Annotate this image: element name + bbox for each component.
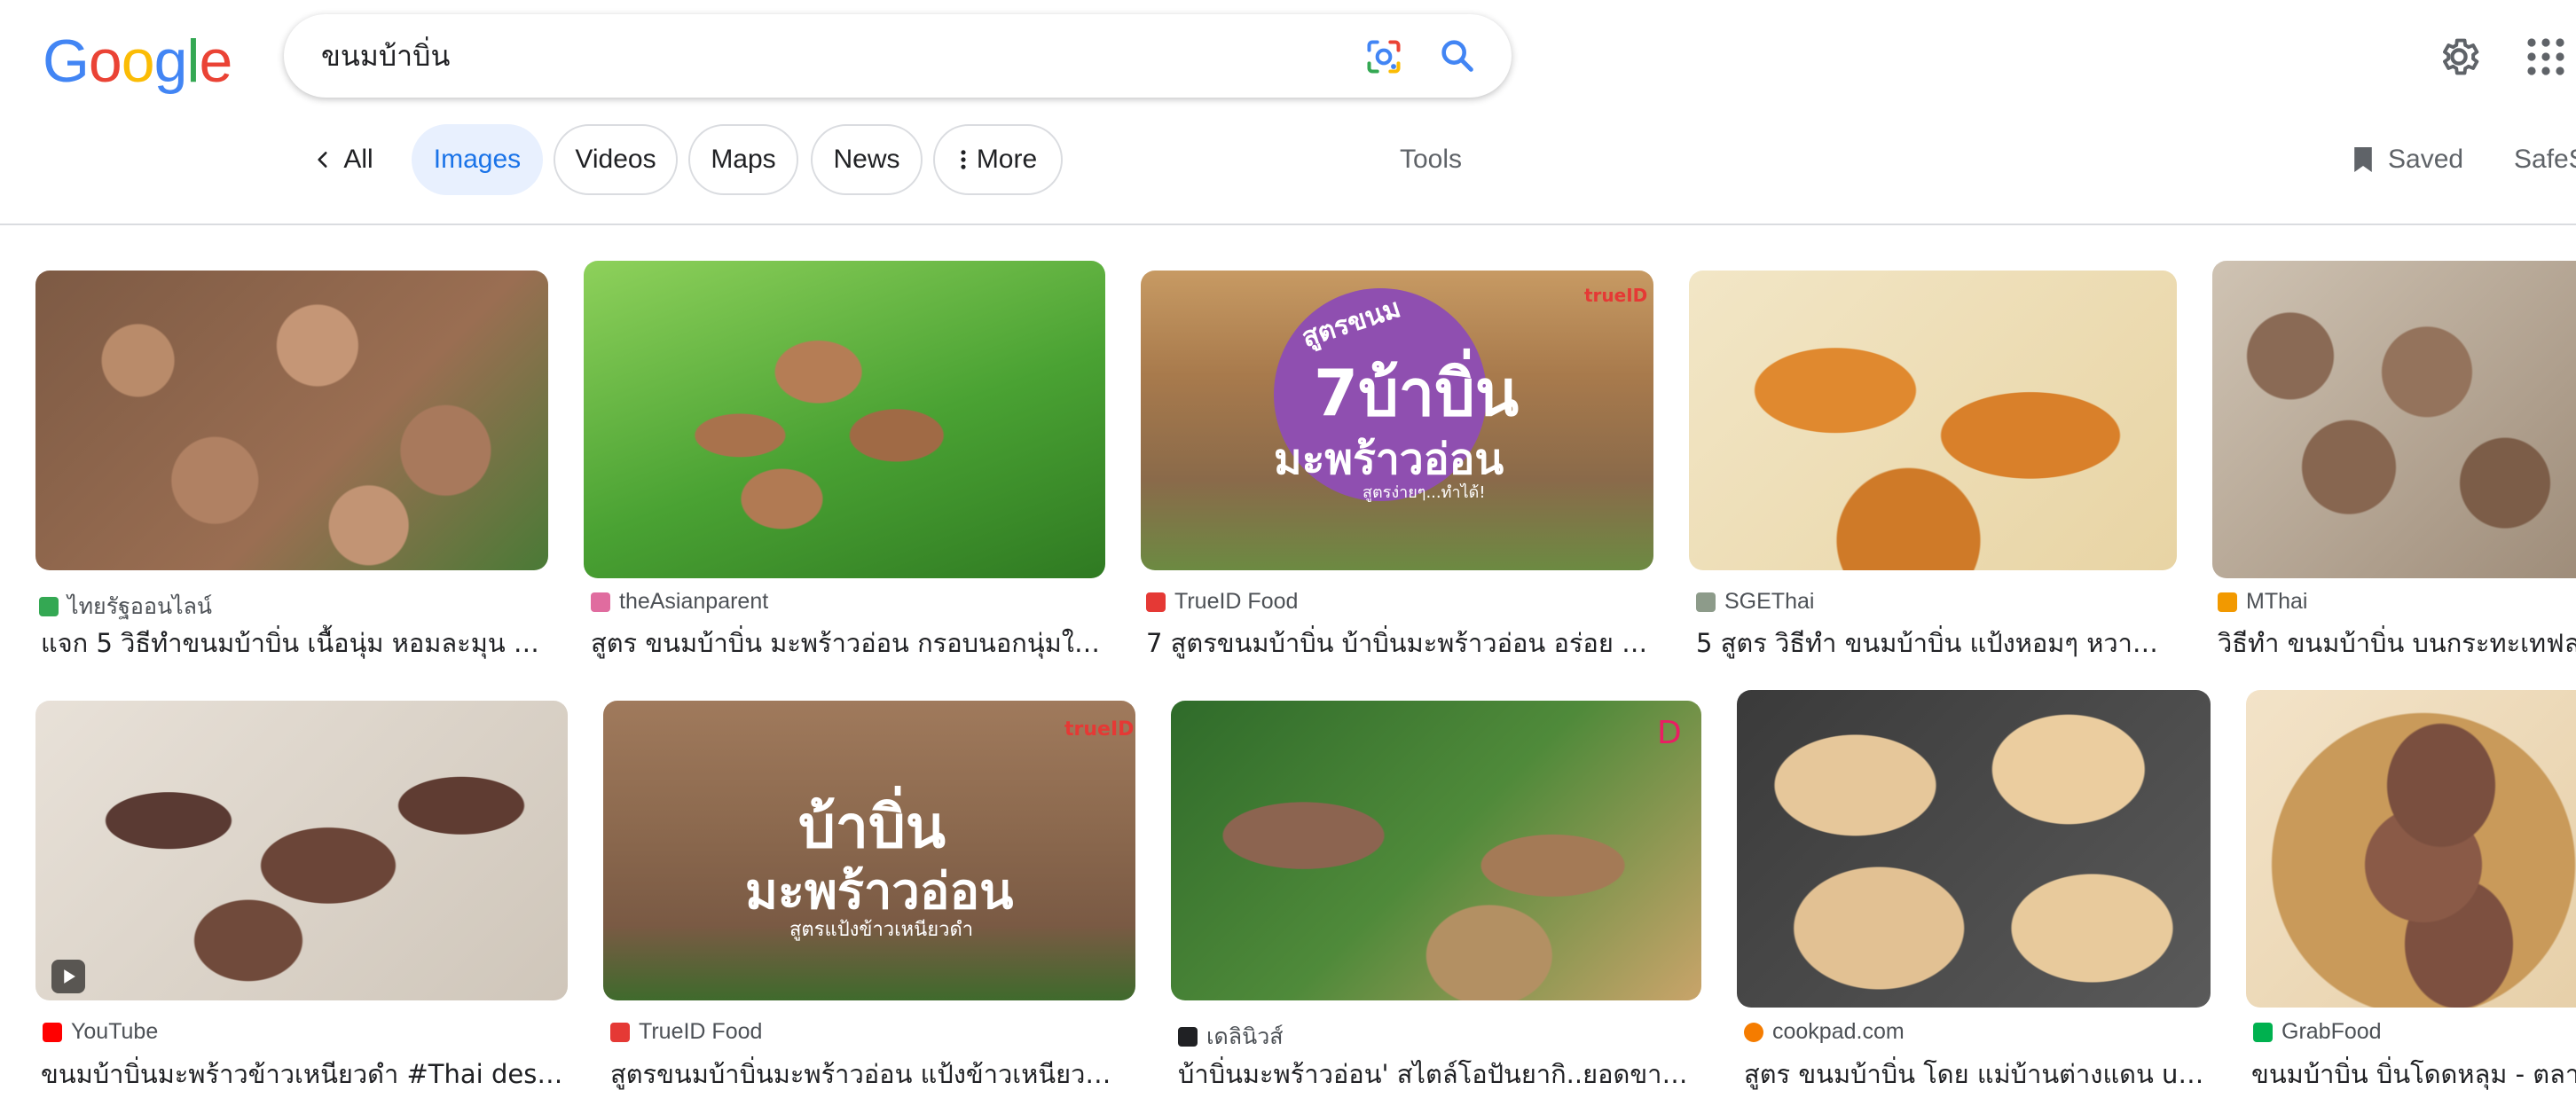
logo-letter: o [121,27,155,95]
logo-letter: G [43,27,90,95]
result-source: cookpad.com [1744,1019,1905,1045]
tab-all[interactable]: All [298,124,387,195]
tools-button[interactable]: Tools [1400,124,1462,195]
tab-label: Videos [575,145,656,174]
source-favicon-icon [591,592,610,612]
result-source: ไทยรัฐออนไลน์ [39,589,212,624]
tab-label: Images [433,145,522,174]
search-input[interactable] [319,30,1299,82]
play-icon [64,969,75,984]
source-favicon-icon [1696,592,1716,612]
result-title[interactable]: แจก 5 วิธีทำขนมบ้าบิ่น เนื้อนุ่ม หอมละมุ… [41,623,546,663]
source-name: theAsianparent [619,589,769,614]
result-source: SGEThai [1696,589,1814,615]
result-source: TrueID Food [1146,589,1298,615]
result-thumbnail[interactable] [584,261,1105,578]
bookmark-icon [2354,147,2372,172]
trueid-badge: trueID [1584,285,1648,306]
apps-grid-icon[interactable] [2525,35,2567,78]
overlay-text: สูตรง่ายๆ...ทำได้! [1363,483,1486,502]
tab-label: More [976,145,1038,174]
tab-news[interactable]: News [811,124,923,195]
search-icon[interactable] [1437,35,1478,76]
search-tabs: All Images Videos Maps News More Tools S… [0,124,2576,199]
tab-label: Maps [711,145,776,174]
result-title[interactable]: วิธีทำ ขนมบ้าบิ่น บนกระทะเทฟล่อน [2218,623,2576,663]
result-thumbnail[interactable]: บ้าบิ่น มะพร้าวอ่อน สูตรแป้งข้าวเหนียวดำ… [603,701,1135,1000]
tab-maps[interactable]: Maps [688,124,798,195]
trueid-badge: trueID [1064,718,1135,741]
source-name: เดลินิวส์ [1206,1024,1284,1049]
video-play-badge [51,960,85,993]
result-title[interactable]: สูตรขนมบ้าบิ่นมะพร้าวอ่อน แป้งข้าวเหนียว… [610,1054,1134,1094]
saved-button[interactable]: Saved [2351,124,2463,195]
result-thumbnail[interactable]: สูตรขนม 7บ้าบิ่น มะพร้าวอ่อน สูตรง่ายๆ..… [1141,271,1653,570]
result-thumbnail[interactable] [2212,261,2576,578]
source-name: cookpad.com [1772,1019,1905,1044]
source-name: TrueID Food [639,1019,763,1044]
source-favicon-icon [1178,1027,1198,1047]
chevron-left-icon [318,152,327,168]
result-source: เดลินิวส์ [1178,1019,1284,1055]
result-title[interactable]: ขนมบ้าบิ่น บิ่นโดดหลุม - ตลาดน [2251,1054,2576,1094]
source-favicon-icon [43,1022,62,1042]
google-lens-icon[interactable] [1364,37,1403,76]
result-title[interactable]: สูตร ขนมบ้าบิ่น มะพร้าวอ่อน กรอบนอกนุ่มใ… [591,623,1105,663]
result-title[interactable]: 5 สูตร วิธีทำ ขนมบ้าบิ่น แป้งหอมๆ หวานกำ… [1696,623,2175,663]
tab-label: News [833,145,900,174]
source-favicon-icon [39,597,59,616]
result-thumbnail[interactable] [35,271,548,570]
source-name: GrabFood [2281,1019,2382,1044]
result-thumbnail[interactable] [35,701,568,1000]
tab-videos[interactable]: Videos [554,124,678,195]
source-name: SGEThai [1724,589,1815,614]
result-thumbnail[interactable] [2246,690,2576,1008]
header-divider [0,224,2576,225]
gear-icon[interactable] [2436,34,2482,80]
search-box[interactable] [284,14,1512,98]
more-vert-icon [961,150,966,169]
tools-label: Tools [1400,145,1463,174]
result-title[interactable]: 7 สูตรขนมบ้าบิ่น บ้าบิ่นมะพร้าวอ่อน อร่อ… [1146,623,1652,663]
source-favicon-icon [2253,1022,2273,1042]
saved-label: Saved [2388,145,2464,174]
result-title[interactable]: ขนมบ้าบิ่นมะพร้าวข้าวเหนียวดำ #Thai dess… [41,1054,568,1094]
result-source: MThai [2218,589,2307,615]
source-favicon-icon [1146,592,1166,612]
result-thumbnail[interactable]: D [1171,701,1701,1000]
source-name: YouTube [71,1019,159,1044]
source-favicon-icon [610,1022,630,1042]
dailynews-badge: D [1657,715,1682,751]
source-favicon-icon [2218,592,2237,612]
logo-letter: l [186,27,200,95]
result-source: TrueID Food [610,1019,762,1045]
logo-letter: g [153,27,188,95]
safesearch-label: SafeS [2514,145,2576,174]
result-source: GrabFood [2253,1019,2382,1045]
tab-label: All [343,145,373,174]
tab-more[interactable]: More [933,124,1063,195]
logo-letter: o [88,27,122,95]
result-thumbnail[interactable] [1737,690,2211,1008]
result-source: theAsianparent [591,589,768,615]
result-source: YouTube [43,1019,158,1045]
source-name: MThai [2246,589,2308,614]
tab-images[interactable]: Images [412,124,543,195]
google-logo[interactable]: Google [43,27,232,96]
source-name: ไทยรัฐออนไลน์ [67,594,213,619]
logo-letter: e [199,27,233,95]
source-favicon-icon [1744,1022,1763,1042]
result-title[interactable]: บ้าบิ่นมะพร้าวอ่อน' สไตล์โอปันยากิ..ยอดข… [1178,1054,1700,1094]
result-title[interactable]: สูตร ขนมบ้าบิ่น โดย แม่บ้านต่างแดน usa .… [1744,1054,2211,1094]
source-name: TrueID Food [1174,589,1299,614]
result-thumbnail[interactable] [1689,271,2177,570]
overlay-text: สูตรแป้งข้าวเหนียวดำ [789,919,974,941]
safesearch-button[interactable]: SafeS [2514,124,2576,195]
